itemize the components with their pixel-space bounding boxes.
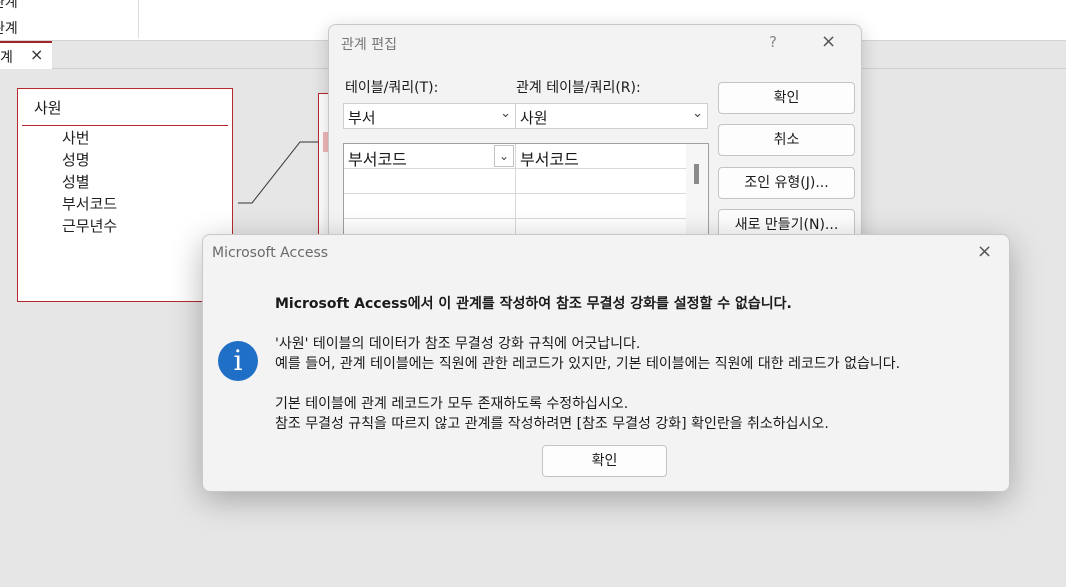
info-icon: i <box>218 341 258 381</box>
scrollbar-thumb[interactable] <box>694 164 699 184</box>
field-item[interactable]: 부서코드 <box>62 193 117 214</box>
table-box-divider <box>22 125 228 126</box>
table-query-value: 부서 <box>348 109 376 127</box>
message-line: 예를 들어, 관계 테이블에는 직원에 관한 레코드가 있지만, 기본 테이블에… <box>275 356 901 372</box>
document-tab[interactable]: 계 × <box>0 41 52 69</box>
close-tab-icon[interactable]: × <box>30 45 43 64</box>
right-field-cell[interactable]: 부서코드 <box>520 146 579 170</box>
ok-button[interactable]: 확인 <box>542 445 667 477</box>
field-item[interactable]: 근무년수 <box>62 215 117 236</box>
message-line: 기본 테이블에 관계 레코드가 모두 존재하도록 수정하십시오. <box>275 396 629 412</box>
table-box-title: 사원 <box>34 99 62 117</box>
message-line: '사원' 테이블의 데이터가 참조 무결성 강화 규칙에 어긋납니다. <box>275 336 641 352</box>
relationship-line[interactable] <box>236 138 320 208</box>
navigation-pane: 관계 관계 <box>0 0 139 38</box>
chevron-down-icon: ⌄ <box>692 106 703 121</box>
nav-item-relations-1[interactable]: 관계 <box>0 0 18 12</box>
edit-relationship-dialog: 관계 편집 ? × 테이블/쿼리(T): 관계 테이블/쿼리(R): 부서 ⌄ … <box>328 24 862 263</box>
message-heading: Microsoft Access에서 이 관계를 작성하여 참조 무결성 강화를… <box>275 296 792 312</box>
join-type-button[interactable]: 조인 유형(J)... <box>718 167 855 199</box>
related-table-label: 관계 테이블/쿼리(R): <box>516 80 641 96</box>
left-field-cell[interactable]: 부서코드 <box>348 146 407 170</box>
related-table-select[interactable]: 사원 ⌄ <box>515 103 708 129</box>
access-message-dialog: Microsoft Access × i Microsoft Access에서 … <box>202 234 1010 492</box>
document-tab-label: 계 <box>0 50 13 66</box>
dialog-title: Microsoft Access <box>212 245 329 261</box>
dialog-title: 관계 편집 <box>341 37 397 53</box>
close-icon[interactable]: × <box>977 241 992 262</box>
message-line: 참조 무결성 규칙을 따르지 않고 관계를 작성하려면 [참조 무결성 강화] … <box>275 416 829 432</box>
chevron-down-icon: ⌄ <box>500 106 511 121</box>
table-box-employee[interactable]: 사원 사번 성명 성별 부서코드 근무년수 <box>17 88 233 302</box>
related-table-value: 사원 <box>520 109 548 127</box>
chevron-down-icon[interactable]: ⌄ <box>494 145 514 167</box>
cancel-button[interactable]: 취소 <box>718 124 855 156</box>
ok-button[interactable]: 확인 <box>718 82 855 114</box>
field-item[interactable]: 성명 <box>62 149 90 170</box>
table-query-label: 테이블/쿼리(T): <box>345 80 439 96</box>
close-icon[interactable]: × <box>821 31 836 52</box>
field-item[interactable]: 성별 <box>62 171 90 192</box>
help-icon[interactable]: ? <box>769 33 777 51</box>
nav-item-relations-2[interactable]: 관계 <box>0 18 18 38</box>
field-item[interactable]: 사번 <box>62 127 90 148</box>
table-query-select[interactable]: 부서 ⌄ <box>343 103 516 129</box>
